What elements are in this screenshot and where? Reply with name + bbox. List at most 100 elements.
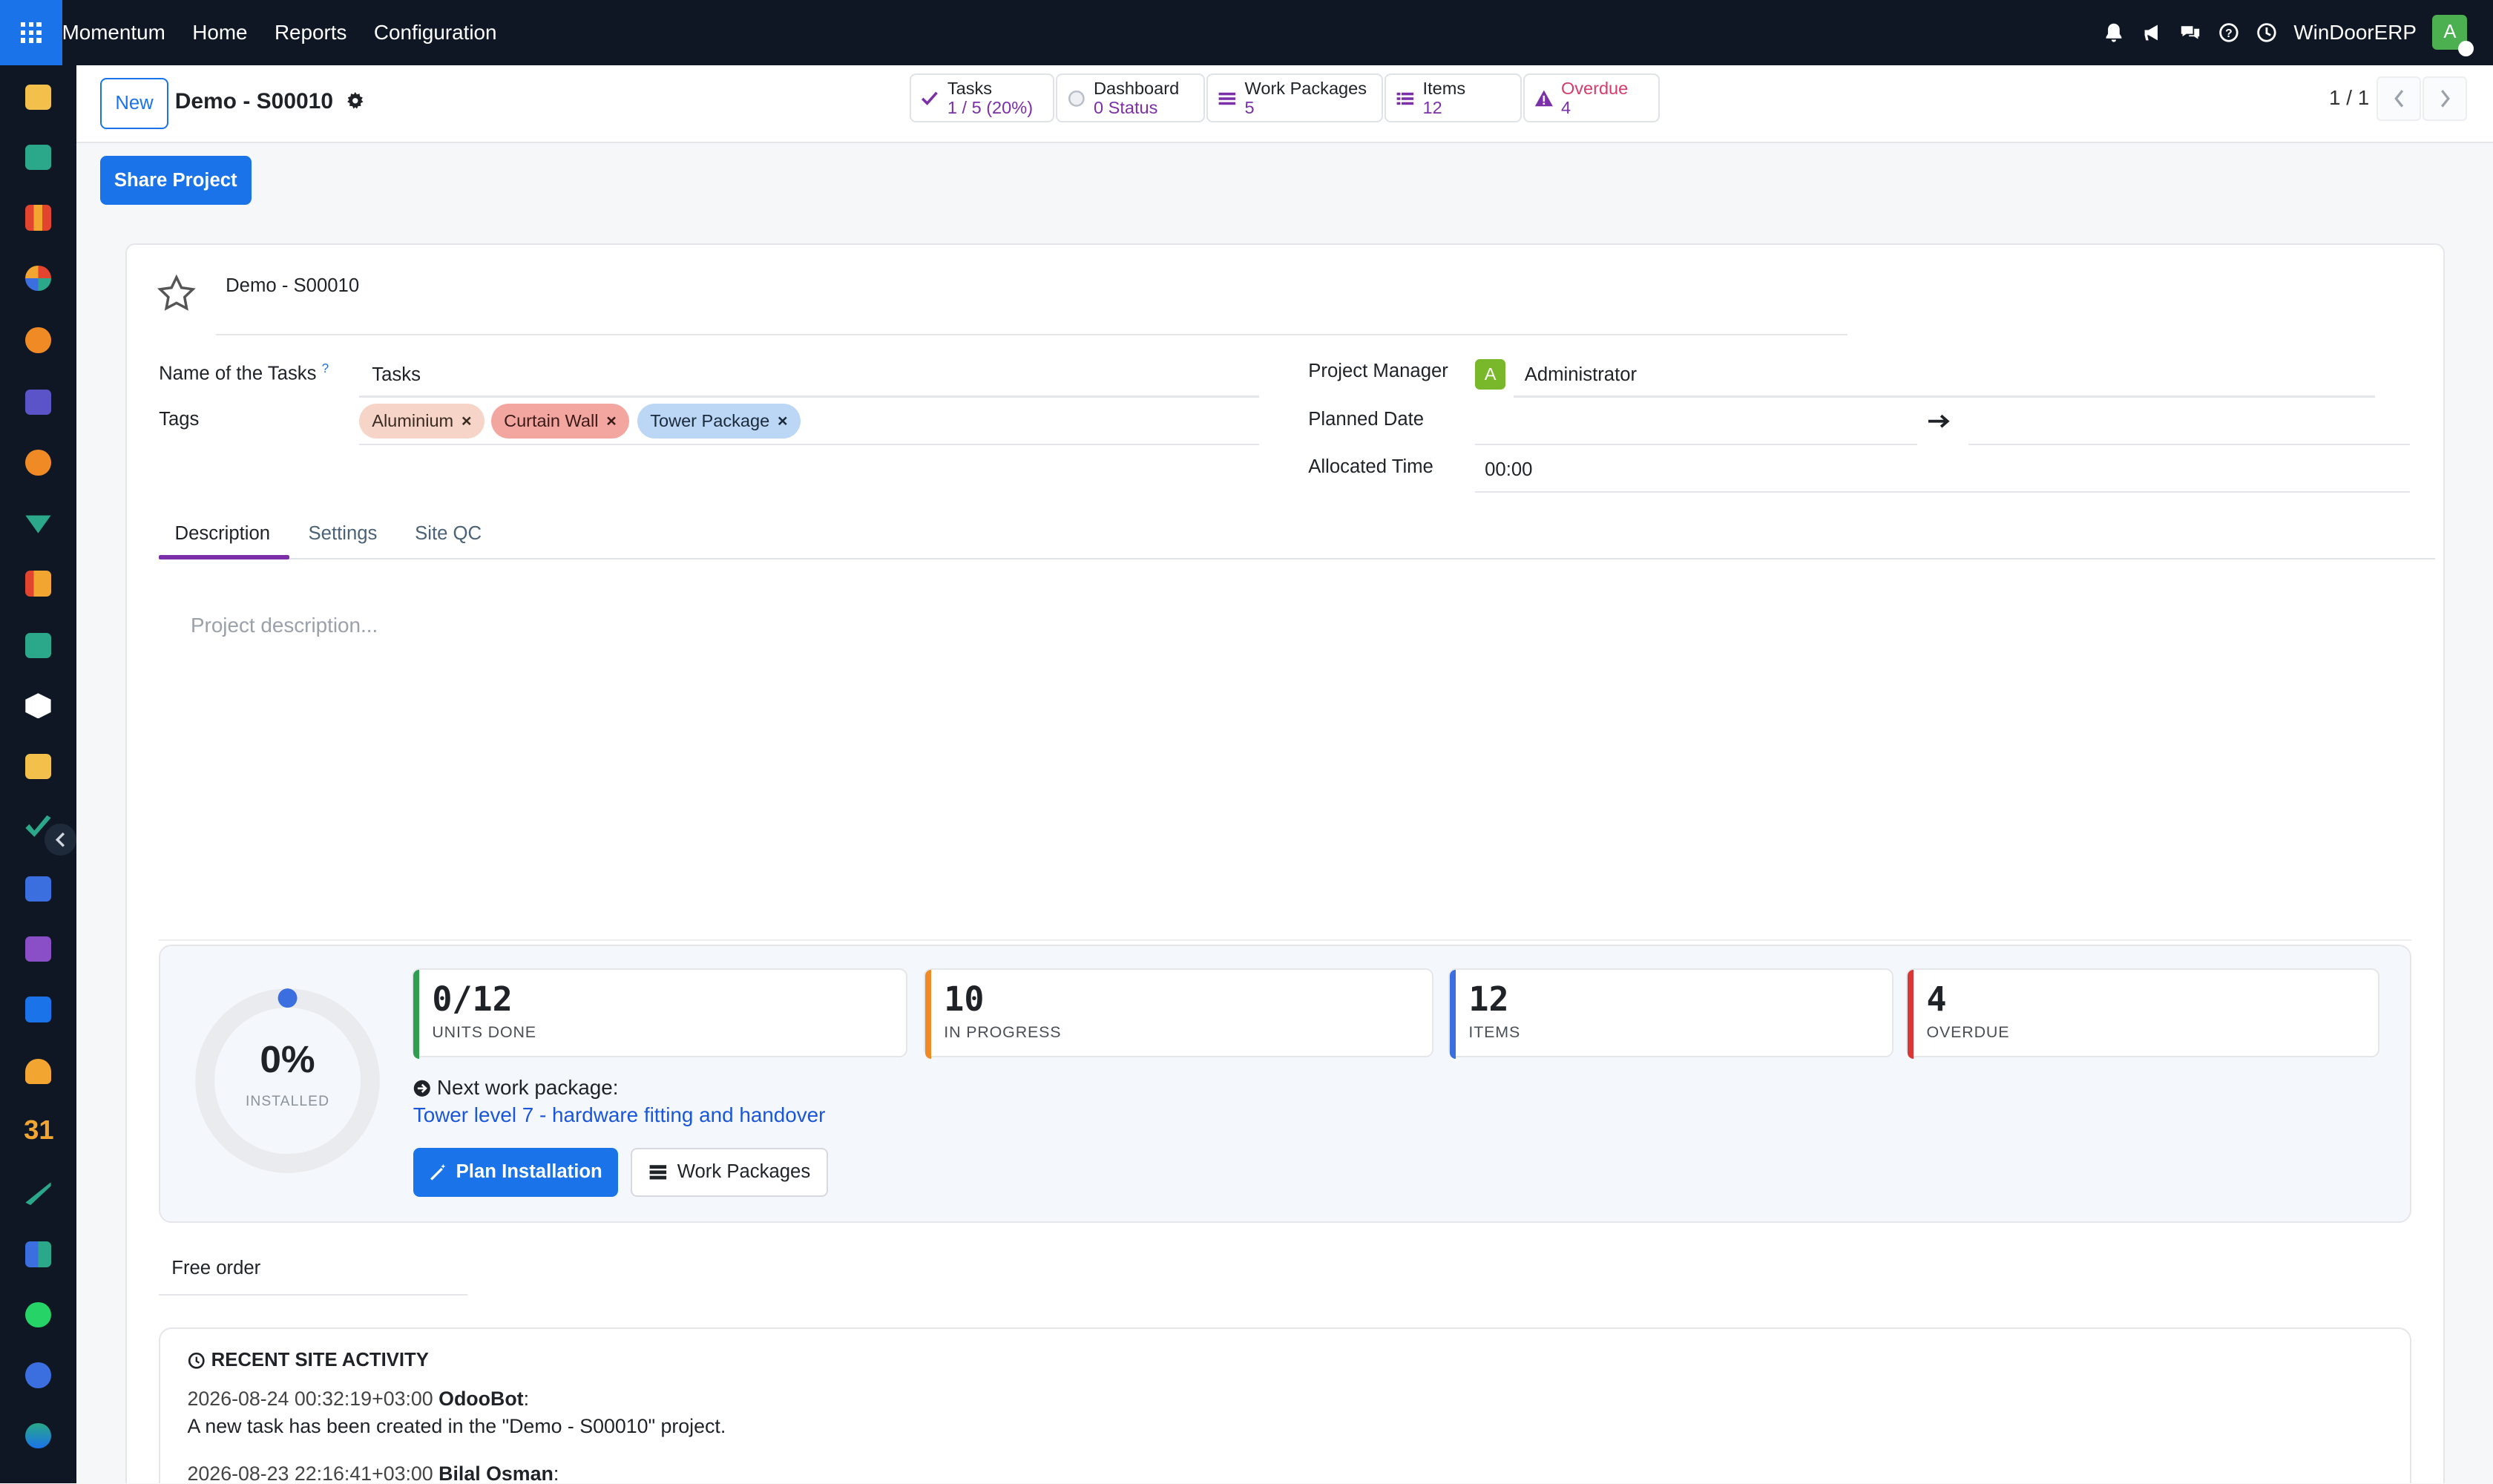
- tabs-divider: [159, 557, 2436, 560]
- pager-value[interactable]: 1 / 1: [2329, 86, 2369, 110]
- activity-author: Bilal Osman: [439, 1462, 554, 1484]
- company-name[interactable]: WinDoorERP: [2293, 21, 2417, 45]
- megaphone-icon[interactable]: [2141, 22, 2164, 44]
- menu-reports[interactable]: Reports: [275, 21, 347, 45]
- smart-button-work-packages[interactable]: Work Packages 5: [1206, 73, 1384, 122]
- chevron-right-icon: [2440, 90, 2450, 108]
- planned-date-end-input[interactable]: [1968, 443, 2411, 445]
- description-editor[interactable]: Project description...: [191, 614, 378, 637]
- field-underline: [159, 1293, 467, 1296]
- app-icon-2[interactable]: [25, 144, 51, 171]
- circle-icon: [1068, 90, 1085, 107]
- field-underline: [359, 395, 1259, 398]
- smart-label: Tasks: [947, 78, 993, 98]
- star-icon[interactable]: [156, 273, 197, 315]
- app-icon-22[interactable]: [25, 1362, 51, 1388]
- calendar-label: 31: [24, 1114, 54, 1146]
- project-manager-input[interactable]: Administrator: [1525, 364, 1637, 386]
- next-work-package-link[interactable]: Tower level 7 - hardware fitting and han…: [413, 1103, 826, 1127]
- app-icon-21[interactable]: [25, 1301, 51, 1328]
- app-name[interactable]: Momentum: [62, 21, 165, 45]
- smart-value: 5: [1244, 97, 1255, 117]
- apps-sidebar: 31: [0, 65, 76, 1484]
- tags-label: Tags: [159, 408, 200, 430]
- app-icon-7[interactable]: [25, 450, 51, 476]
- smart-button-tasks[interactable]: Tasks 1 / 5 (20%): [909, 73, 1054, 122]
- activity-author: OdooBot: [439, 1388, 524, 1411]
- app-menu-button[interactable]: [0, 0, 62, 65]
- breadcrumb-record-title: Demo - S00010: [174, 88, 334, 114]
- field-underline: [1513, 395, 2376, 398]
- free-order-field[interactable]: Free order: [171, 1258, 260, 1279]
- app-icon-8[interactable]: [25, 515, 51, 533]
- chevron-left-icon: [2394, 90, 2403, 108]
- app-icon-19[interactable]: [25, 1182, 51, 1206]
- tab-description[interactable]: Description: [175, 523, 271, 545]
- smart-value: 4: [1560, 97, 1571, 117]
- chat-icon[interactable]: [2179, 22, 2201, 44]
- field-underline: [1475, 490, 2411, 493]
- form-sheet: Demo - S00010 Name of the Tasks ? Tasks …: [125, 243, 2446, 1484]
- plan-installation-label: Plan Installation: [456, 1161, 602, 1183]
- app-icon-15[interactable]: [25, 936, 51, 962]
- share-project-button[interactable]: Share Project: [99, 155, 252, 206]
- user-avatar[interactable]: A: [2432, 15, 2474, 57]
- app-icon-4[interactable]: [25, 265, 51, 292]
- smart-button-items[interactable]: Items 12: [1385, 73, 1522, 122]
- allocated-time-input[interactable]: 00:00: [1485, 459, 1532, 481]
- smart-button-overdue[interactable]: Overdue 4: [1523, 73, 1660, 122]
- app-icon-3[interactable]: [25, 205, 51, 231]
- arrow-right-icon: [1928, 410, 1951, 436]
- help-tooltip-icon[interactable]: ?: [322, 361, 329, 375]
- plan-installation-button[interactable]: Plan Installation: [413, 1147, 619, 1198]
- pager-previous-button[interactable]: [2377, 76, 2422, 121]
- tag-remove-icon[interactable]: ×: [462, 411, 472, 431]
- gear-icon[interactable]: [346, 92, 364, 110]
- kpi-in-progress: 10 IN PROGRESS: [923, 968, 1434, 1059]
- app-icon-12[interactable]: [25, 753, 51, 779]
- app-icon-1[interactable]: [25, 84, 51, 110]
- new-button[interactable]: New: [99, 77, 169, 129]
- kpi-accent-bar: [924, 969, 932, 1059]
- kpi-value: 0/12: [432, 979, 513, 1020]
- tag-label: Curtain Wall: [504, 411, 599, 431]
- work-packages-label: Work Packages: [677, 1161, 811, 1183]
- tag-remove-icon[interactable]: ×: [778, 411, 788, 431]
- tab-settings[interactable]: Settings: [309, 523, 378, 545]
- tab-site-qc[interactable]: Site QC: [415, 523, 482, 545]
- app-icon-16[interactable]: [25, 997, 51, 1022]
- clock-icon[interactable]: [2256, 22, 2278, 44]
- app-icon-14[interactable]: [25, 876, 51, 902]
- app-icon-9[interactable]: [25, 571, 51, 597]
- tag-curtain-wall: Curtain Wall ×: [490, 404, 630, 439]
- kpi-label: IN PROGRESS: [944, 1023, 1062, 1042]
- planned-date-start-input[interactable]: [1475, 443, 1917, 445]
- help-icon[interactable]: ?: [2218, 22, 2240, 44]
- app-icon-17[interactable]: [25, 1059, 51, 1085]
- smart-button-dashboard[interactable]: Dashboard 0 Status: [1055, 73, 1206, 122]
- app-icon-11[interactable]: [25, 693, 51, 719]
- menu-configuration[interactable]: Configuration: [374, 21, 497, 45]
- kpi-label: UNITS DONE: [432, 1023, 536, 1042]
- activity-title-text: RECENT SITE ACTIVITY: [211, 1349, 429, 1370]
- name-of-tasks-input[interactable]: Tasks: [372, 364, 421, 386]
- smart-value: 1 / 5 (20%): [947, 97, 1034, 117]
- menu-home[interactable]: Home: [192, 21, 247, 45]
- smart-value: 0 Status: [1093, 97, 1158, 117]
- tag-remove-icon[interactable]: ×: [606, 411, 617, 431]
- project-name-field[interactable]: Demo - S00010: [226, 275, 359, 297]
- app-icon-6[interactable]: [25, 389, 51, 416]
- description-divider: [159, 939, 2412, 942]
- tag-label: Aluminium: [372, 411, 454, 431]
- pager-next-button[interactable]: [2423, 76, 2468, 121]
- app-icon-5[interactable]: [25, 327, 51, 353]
- bell-icon[interactable]: [2103, 22, 2125, 44]
- sidebar-collapse-button[interactable]: [44, 823, 76, 856]
- warning-icon: [1534, 90, 1553, 107]
- activity-title: RECENT SITE ACTIVITY: [188, 1350, 429, 1371]
- work-packages-button[interactable]: Work Packages: [631, 1147, 829, 1198]
- app-icon-23[interactable]: [25, 1422, 51, 1448]
- app-icon-20[interactable]: [25, 1241, 51, 1267]
- installed-percentage: 0%: [260, 1037, 315, 1080]
- app-icon-10[interactable]: [25, 632, 51, 659]
